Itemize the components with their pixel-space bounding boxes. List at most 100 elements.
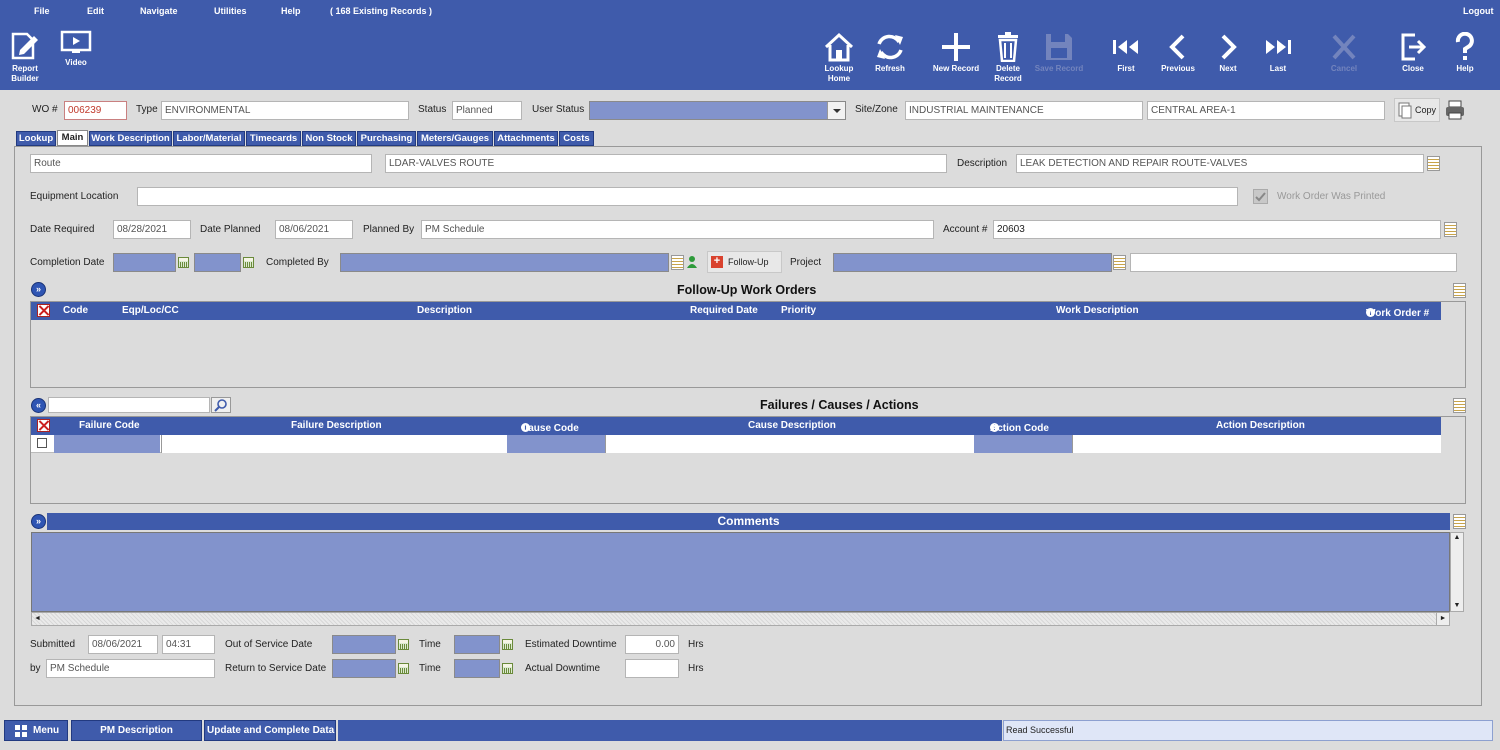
followup-list-icon[interactable] [1453,283,1466,298]
row-checkbox[interactable] [37,438,47,448]
type-field[interactable]: ENVIRONMENTAL [161,101,409,120]
wo-number-field[interactable]: 006239 [64,101,127,120]
report-builder-button[interactable]: Report Builder [4,30,46,84]
first-button[interactable]: First [1106,32,1146,74]
completed-by-list-icon[interactable] [671,255,684,270]
next-button[interactable]: Next [1208,32,1248,74]
completion-date-calendar-icon[interactable] [178,257,189,268]
tab-timecards[interactable]: Timecards [246,131,301,146]
col-priority[interactable]: Priority [781,305,816,316]
tab-labor-material[interactable]: Labor/Material [173,131,245,146]
delete-row-icon[interactable] [37,419,50,432]
out-of-service-date-field[interactable] [332,635,396,654]
completion-date-field[interactable] [113,253,176,272]
out-of-service-time-field[interactable] [454,635,500,654]
submitted-time-field[interactable]: 04:31 [162,635,215,654]
project-list-icon[interactable] [1113,255,1126,270]
description-list-icon[interactable] [1427,156,1440,171]
submitted-by-field[interactable]: PM Schedule [46,659,215,678]
col-required-date[interactable]: Required Date [690,305,758,316]
tab-costs[interactable]: Costs [559,131,594,146]
estimated-downtime-field[interactable]: 0.00 [625,635,679,654]
return-to-service-calendar-icon[interactable] [398,663,409,674]
menu-button[interactable]: Menu [4,720,68,741]
completion-time-calendar-icon[interactable] [243,257,254,268]
col-cause-description[interactable]: Cause Description [748,420,836,431]
tab-work-description[interactable]: Work Description [89,131,172,146]
out-of-service-calendar-icon[interactable] [398,639,409,650]
equipment-location-field[interactable] [137,187,1238,206]
action-description-cell[interactable] [1072,435,1441,453]
submitted-date-field[interactable]: 08/06/2021 [88,635,158,654]
scroll-right-icon[interactable]: ► [1436,612,1450,626]
date-planned-field[interactable]: 08/06/2021 [275,220,353,239]
failures-list-icon[interactable] [1453,398,1466,413]
failure-code-cell[interactable] [54,435,160,453]
comments-list-icon[interactable] [1453,514,1466,529]
menu-help[interactable]: Help [281,6,301,16]
expand-comments-icon[interactable]: » [31,514,46,529]
menu-file[interactable]: File [34,6,50,16]
print-icon[interactable] [1444,99,1466,121]
user-status-dropdown-button[interactable] [827,102,845,119]
col-failure-code[interactable]: Failure Code [79,420,140,431]
menu-edit[interactable]: Edit [87,6,104,16]
last-button[interactable]: Last [1258,32,1298,74]
tab-main[interactable]: Main [57,130,88,146]
cancel-button[interactable]: Cancel [1324,32,1364,74]
completed-by-field[interactable] [340,253,669,272]
tab-lookup[interactable]: Lookup [16,131,56,146]
person-icon[interactable] [686,255,698,269]
menu-logout[interactable]: Logout [1463,6,1494,16]
menu-navigate[interactable]: Navigate [140,6,178,16]
copy-button[interactable]: Copy [1394,98,1440,122]
comments-textarea[interactable] [31,532,1450,612]
lookup-home-button[interactable]: Lookup Home [818,32,860,84]
tab-meters-gauges[interactable]: Meters/Gauges [417,131,493,146]
help-button[interactable]: Help [1446,32,1484,74]
actual-downtime-field[interactable] [625,659,679,678]
comments-vertical-scrollbar[interactable]: ▲ ▼ [1450,532,1464,612]
col-code[interactable]: Code [63,305,88,316]
comments-horizontal-scrollbar[interactable]: ◄ [31,612,1450,626]
col-description[interactable]: Description [417,305,472,316]
zone-field[interactable]: CENTRAL AREA-1 [1147,101,1385,120]
planned-by-field[interactable]: PM Schedule [421,220,934,239]
status-field[interactable]: Planned [452,101,522,120]
action-code-cell[interactable] [974,435,1072,453]
scroll-up-icon[interactable]: ▲ [1451,533,1463,543]
col-eqp-loc-cc[interactable]: Eqp/Loc/CC [122,305,179,316]
save-record-button[interactable]: Save Record [1032,32,1086,74]
return-time-field[interactable] [454,659,500,678]
site-field[interactable]: INDUSTRIAL MAINTENANCE [905,101,1143,120]
cause-code-cell[interactable] [507,435,605,453]
col-work-description[interactable]: Work Description [1056,305,1139,316]
delete-row-icon[interactable] [37,304,50,317]
failure-description-cell[interactable] [161,435,507,453]
expand-followup-icon[interactable]: » [31,282,46,297]
previous-button[interactable]: Previous [1156,32,1200,74]
tab-attachments[interactable]: Attachments [494,131,558,146]
account-field[interactable]: 20603 [993,220,1441,239]
description-field[interactable]: LEAK DETECTION AND REPAIR ROUTE-VALVES [1016,154,1424,173]
scroll-down-icon[interactable]: ▼ [1451,601,1463,611]
col-action-description[interactable]: Action Description [1216,420,1305,431]
work-order-printed-checkbox[interactable] [1253,189,1268,204]
new-record-button[interactable]: New Record [930,32,982,74]
route-field[interactable]: LDAR-VALVES ROUTE [385,154,947,173]
refresh-button[interactable]: Refresh [870,32,910,74]
account-list-icon[interactable] [1444,222,1457,237]
tab-non-stock[interactable]: Non Stock [302,131,356,146]
out-of-service-time-icon[interactable] [502,639,513,650]
close-button[interactable]: Close [1393,32,1433,74]
cause-description-cell[interactable] [605,435,974,453]
failures-search-button[interactable] [211,397,231,413]
completion-time-field[interactable] [194,253,241,272]
return-to-service-date-field[interactable] [332,659,396,678]
project-description-field[interactable] [1130,253,1457,272]
failures-search-input[interactable] [48,397,210,413]
video-button[interactable]: Video [58,30,94,68]
delete-record-button[interactable]: Delete Record [988,32,1028,84]
update-complete-button[interactable]: Update and Complete Data... [204,720,336,741]
collapse-failures-icon[interactable]: « [31,398,46,413]
